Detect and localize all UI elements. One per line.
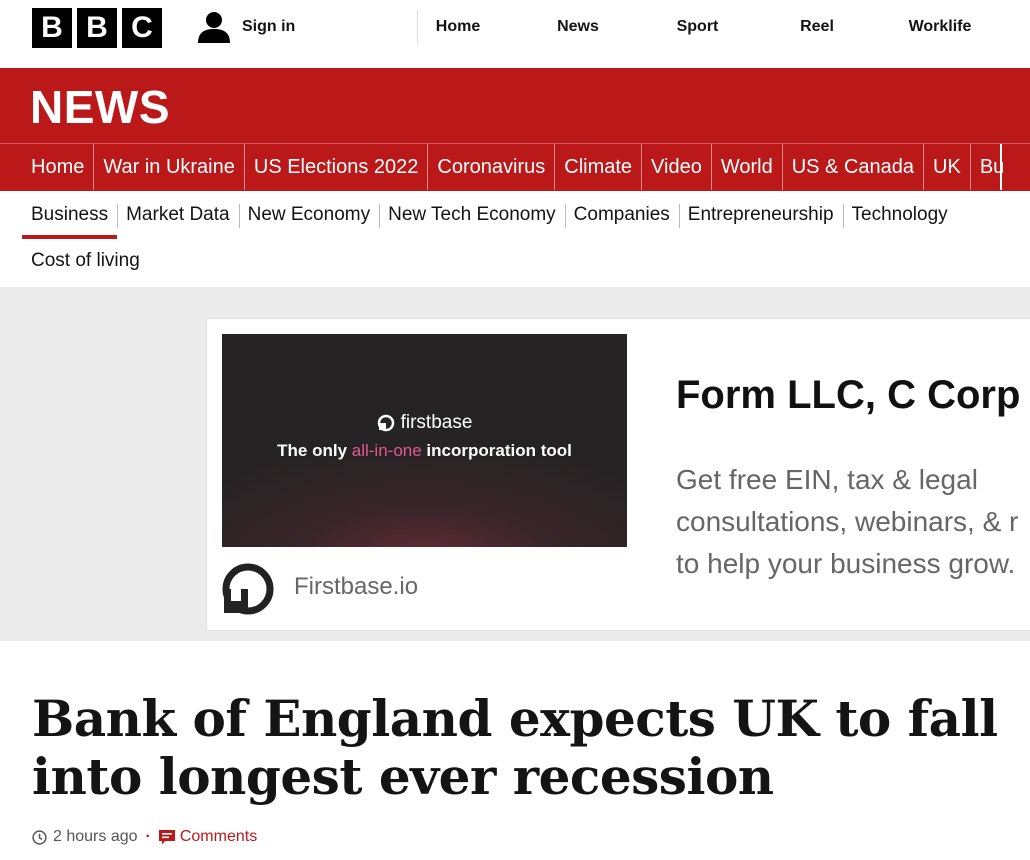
article-headline: Bank of England expects UK to fall into … xyxy=(32,689,998,806)
news-nav-us-canada[interactable]: US & Canada xyxy=(783,144,925,190)
ad-image[interactable]: firstbase The only all-in-one incorporat… xyxy=(222,334,627,547)
news-nav-world[interactable]: World xyxy=(712,144,783,190)
meta-separator: · xyxy=(145,828,151,845)
subnav-entrepreneurship[interactable]: Entrepreneurship xyxy=(678,191,843,239)
logo-letter-b1: B xyxy=(32,8,72,48)
news-nav-home[interactable]: Home xyxy=(22,144,95,190)
bbc-logo[interactable]: B B C xyxy=(32,8,162,48)
news-nav: Home War in Ukraine US Elections 2022 Co… xyxy=(22,144,1013,190)
ad-domain[interactable]: Firstbase.io xyxy=(294,573,418,601)
logo-letter-b2: B xyxy=(77,8,117,48)
top-bar: B B C Sign in Home News Sport Reel Workl… xyxy=(0,0,1030,68)
subnav-technology[interactable]: Technology xyxy=(842,191,957,239)
ad-tagline-highlight: all-in-one xyxy=(351,441,422,460)
top-nav-reel[interactable]: Reel xyxy=(737,0,897,56)
logo-letter-c: C xyxy=(122,8,162,48)
news-banner: NEWS Home War in Ukraine US Elections 20… xyxy=(0,68,1030,191)
top-nav: Home News Sport Reel Worklife xyxy=(418,0,983,56)
news-nav-video[interactable]: Video xyxy=(642,144,712,190)
news-nav-climate[interactable]: Climate xyxy=(555,144,643,190)
sign-in-button[interactable]: Sign in xyxy=(198,10,295,44)
news-nav-us-elections[interactable]: US Elections 2022 xyxy=(245,144,429,190)
comments-label: Comments xyxy=(179,828,258,845)
ad-body-line: Get free EIN, tax & legal xyxy=(676,464,978,495)
user-icon xyxy=(198,12,230,43)
ad-tagline-pre: The only xyxy=(277,441,352,460)
ad-card[interactable]: firstbase The only all-in-one incorporat… xyxy=(206,318,1030,631)
ad-body-line: consultations, webinars, & r xyxy=(676,506,1019,537)
news-title[interactable]: NEWS xyxy=(30,80,170,134)
top-nav-worklife[interactable]: Worklife xyxy=(897,0,983,56)
business-subnav: Business Market Data New Economy New Tec… xyxy=(0,191,1030,287)
business-subnav-row: Business Market Data New Economy New Tec… xyxy=(22,191,957,239)
news-nav-uk[interactable]: UK xyxy=(924,144,971,190)
ad-tagline-post: incorporation tool xyxy=(421,441,572,460)
ad-brand-name: firstbase xyxy=(400,412,473,433)
news-nav-war-in-ukraine[interactable]: War in Ukraine xyxy=(94,144,245,190)
clock-icon xyxy=(32,829,47,845)
news-nav-business-truncated[interactable]: Bu xyxy=(971,144,1013,190)
subnav-new-economy[interactable]: New Economy xyxy=(238,191,380,239)
top-nav-news[interactable]: News xyxy=(498,0,658,56)
subnav-cost-of-living[interactable]: Cost of living xyxy=(31,250,140,272)
top-nav-sport[interactable]: Sport xyxy=(658,0,737,56)
firstbase-logo-icon xyxy=(222,563,274,620)
ad-body: Get free EIN, tax & legal consultations,… xyxy=(676,459,1030,585)
article-meta: 2 hours ago · Comments xyxy=(32,828,257,846)
sign-in-label: Sign in xyxy=(242,18,296,35)
nav-overflow-marker xyxy=(1000,144,1002,190)
subnav-companies[interactable]: Companies xyxy=(564,191,679,239)
ad-headline[interactable]: Form LLC, C Corp xyxy=(676,373,1020,418)
comments-link[interactable]: Comments xyxy=(158,828,258,846)
subnav-new-tech-economy[interactable]: New Tech Economy xyxy=(379,191,565,239)
firstbase-small-icon xyxy=(377,414,394,432)
ad-brand: firstbase xyxy=(222,412,627,434)
ad-body-line: to help your business grow. xyxy=(676,548,1016,579)
subnav-business[interactable]: Business xyxy=(22,191,118,239)
subnav-market-data[interactable]: Market Data xyxy=(117,191,238,239)
article-timestamp: 2 hours ago xyxy=(53,828,138,845)
top-nav-home[interactable]: Home xyxy=(418,0,498,56)
comment-icon xyxy=(158,829,175,844)
ad-tagline: The only all-in-one incorporation tool xyxy=(222,441,627,461)
news-nav-coronavirus[interactable]: Coronavirus xyxy=(428,144,556,190)
ad-area: firstbase The only all-in-one incorporat… xyxy=(0,287,1030,641)
